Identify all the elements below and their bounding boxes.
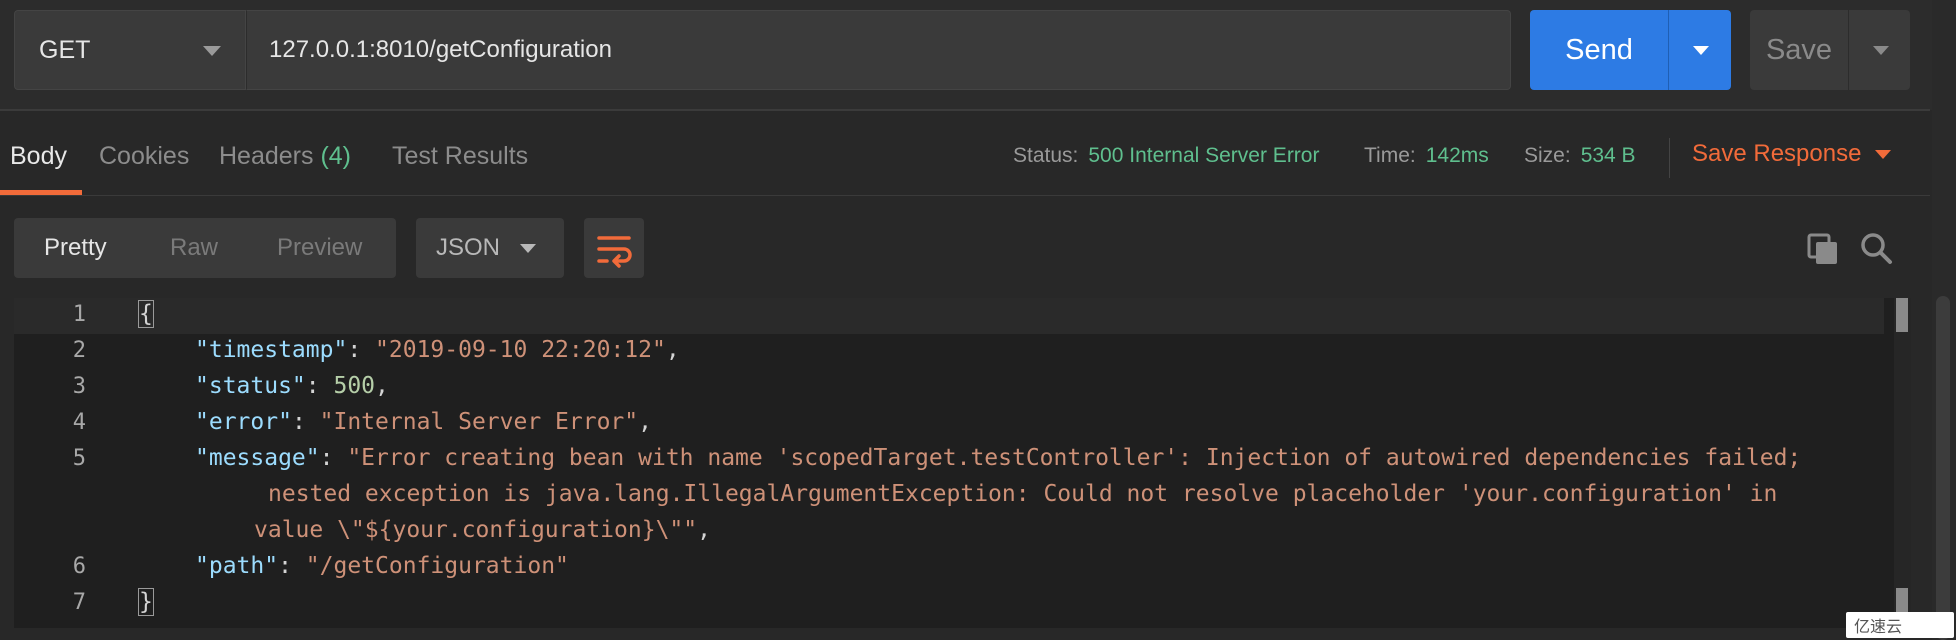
- response-body-editor[interactable]: 1 2 3 4 5 6 7 { "timestamp": "2019-09-10…: [14, 298, 1911, 628]
- current-line-highlight: [14, 298, 1884, 334]
- save-response-label: Save Response: [1692, 140, 1862, 167]
- line-number: 4: [72, 410, 86, 435]
- json-string: value \"${your.configuration}\"": [254, 517, 698, 543]
- meta-divider: [1669, 138, 1670, 178]
- line-number: 3: [72, 374, 86, 399]
- view-mode-toggle: Pretty Raw Preview: [14, 218, 396, 278]
- code-line: "message": "Error creating bean with nam…: [195, 445, 1802, 471]
- language-label: JSON: [436, 234, 501, 261]
- code-line: "error": "Internal Server Error",: [195, 409, 652, 435]
- method-select[interactable]: GET: [14, 10, 246, 90]
- send-button-group: Send: [1530, 10, 1731, 90]
- json-key: "path": [195, 553, 279, 579]
- time-value: 142ms: [1425, 144, 1489, 167]
- save-button[interactable]: Save: [1750, 10, 1848, 90]
- save-response-button[interactable]: Save Response: [1692, 140, 1892, 168]
- json-string: "Internal Server Error": [319, 409, 639, 435]
- tab-headers[interactable]: Headers (4): [219, 142, 351, 171]
- send-button[interactable]: Send: [1530, 10, 1668, 90]
- open-brace: {: [138, 300, 154, 328]
- code-line: "status": 500,: [195, 373, 389, 399]
- active-tab-indicator: [0, 190, 82, 195]
- url-input[interactable]: 127.0.0.1:8010/getConfiguration: [246, 10, 1511, 90]
- json-string: "/getConfiguration": [305, 553, 569, 579]
- page-scrollbar[interactable]: [1932, 0, 1956, 640]
- section-divider: [0, 109, 1930, 111]
- line-number: 2: [72, 338, 86, 363]
- line-number: 1: [72, 302, 86, 327]
- status-label: Status:: [1013, 144, 1079, 167]
- url-text: 127.0.0.1:8010/getConfiguration: [269, 36, 612, 63]
- line-number: 7: [72, 590, 86, 615]
- view-mode-preview[interactable]: Preview: [277, 218, 362, 278]
- time-label: Time:: [1364, 144, 1416, 167]
- language-select[interactable]: JSON: [416, 218, 564, 278]
- code-line-wrapped: value \"${your.configuration}\"",: [254, 517, 711, 543]
- status-value: 500 Internal Server Error: [1088, 144, 1320, 167]
- chevron-down-icon: [520, 244, 536, 253]
- request-bar: GET 127.0.0.1:8010/getConfiguration Send…: [0, 0, 1956, 110]
- code-line: "path": "/getConfiguration": [195, 553, 569, 579]
- tab-headers-label: Headers: [219, 142, 314, 170]
- tab-body[interactable]: Body: [10, 142, 67, 171]
- status-meta: Status: 500 Internal Server Error: [1013, 144, 1319, 168]
- save-button-group: Save: [1750, 10, 1910, 90]
- code-line: "timestamp": "2019-09-10 22:20:12",: [195, 337, 680, 363]
- tab-test-results[interactable]: Test Results: [392, 142, 528, 171]
- view-mode-pretty[interactable]: Pretty: [44, 218, 107, 278]
- response-tabs: Body Cookies Headers (4) Test Results St…: [0, 112, 1930, 196]
- chevron-down-icon: [203, 46, 221, 56]
- wrap-lines-button[interactable]: [584, 218, 644, 278]
- close-brace: }: [138, 588, 154, 616]
- size-label: Size:: [1524, 144, 1571, 167]
- json-key: "error": [195, 409, 292, 435]
- method-label: GET: [39, 35, 91, 64]
- save-options-chevron-icon[interactable]: [1849, 10, 1910, 90]
- size-value: 534 B: [1580, 144, 1636, 167]
- json-key: "status": [195, 373, 306, 399]
- search-icon[interactable]: [1858, 230, 1894, 266]
- json-string: "Error creating bean with name 'scopedTa…: [347, 445, 1802, 471]
- time-meta: Time: 142ms: [1364, 144, 1489, 168]
- chevron-down-icon: [1875, 150, 1892, 160]
- view-mode-raw[interactable]: Raw: [170, 218, 218, 278]
- json-string: "2019-09-10 22:20:12": [375, 337, 666, 363]
- json-key: "timestamp": [195, 337, 348, 363]
- tab-headers-count: (4): [320, 142, 352, 170]
- watermark-logo: 亿速云: [1846, 612, 1954, 638]
- size-meta: Size: 534 B: [1524, 144, 1636, 168]
- tab-cookies[interactable]: Cookies: [99, 142, 189, 171]
- watermark-text: 亿速云: [1854, 619, 1903, 636]
- send-options-chevron-icon[interactable]: [1669, 10, 1731, 90]
- wrap-lines-icon: [597, 236, 632, 268]
- page-scrollbar-thumb[interactable]: [1936, 296, 1950, 640]
- json-number: 500: [333, 373, 376, 399]
- code-line: }: [138, 588, 154, 616]
- line-number: 5: [72, 446, 86, 471]
- json-key: "message": [195, 445, 320, 471]
- copy-icon[interactable]: [1806, 232, 1840, 266]
- code-line-wrapped: nested exception is java.lang.IllegalArg…: [268, 481, 1778, 507]
- editor-scrollbar[interactable]: [1894, 298, 1911, 628]
- editor-scrollbar-thumb[interactable]: [1896, 298, 1908, 332]
- code-line: {: [138, 300, 154, 328]
- line-number: 6: [72, 554, 86, 579]
